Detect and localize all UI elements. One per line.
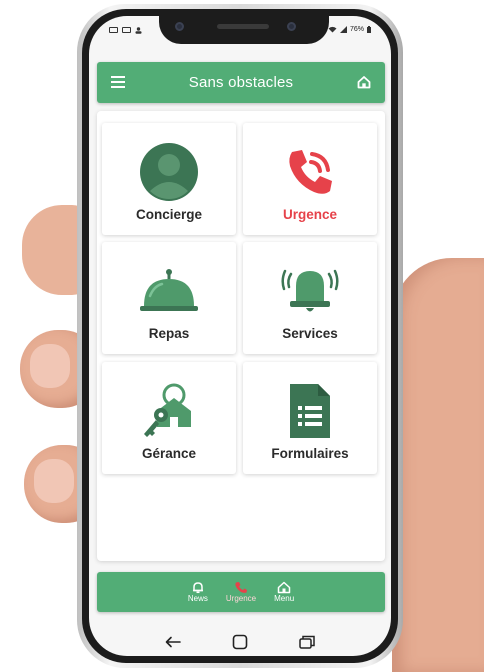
home-icon [277, 581, 291, 594]
hand-palm [392, 258, 484, 672]
dashboard-grid: Concierge Urgence Repas Services Gérance… [97, 111, 385, 561]
tile-urgence[interactable]: Urgence [243, 123, 377, 235]
tile-label: Services [282, 326, 338, 341]
notch [159, 16, 329, 44]
meal-cloche-icon [138, 260, 200, 322]
battery-level: 76% [349, 26, 364, 33]
earpiece [217, 24, 269, 29]
bell-icon [192, 582, 203, 594]
wifi-icon [328, 26, 337, 33]
nav-menu[interactable]: Menu [274, 581, 294, 603]
message-icon [122, 27, 131, 33]
phone-icon [235, 582, 247, 593]
signal-icon [339, 26, 347, 33]
form-document-icon [288, 380, 332, 442]
tile-label: Gérance [141, 446, 197, 461]
mail-icon [109, 27, 118, 33]
status-right: 76% [328, 26, 371, 33]
nav-label: Urgence [225, 594, 257, 603]
concierge-avatar-icon [140, 141, 198, 203]
status-bar: 76% [89, 16, 391, 46]
phone-bezel: 76% Sans obstacles Concierge Urgence Rep… [82, 9, 398, 663]
status-icons [109, 27, 142, 34]
tile-repas[interactable]: Repas [102, 242, 236, 354]
service-bell-icon [281, 260, 339, 322]
nav-label: Menu [274, 594, 295, 603]
home-square-icon[interactable] [232, 634, 248, 650]
app-header: Sans obstacles [97, 62, 385, 103]
tile-services[interactable]: Services [243, 242, 377, 354]
app-title: Sans obstacles [188, 74, 294, 91]
front-camera [175, 22, 184, 31]
tile-label: Concierge [135, 207, 203, 222]
emergency-phone-icon [284, 141, 336, 203]
tile-concierge[interactable]: Concierge [102, 123, 236, 235]
recents-icon[interactable] [299, 635, 316, 649]
phone-frame: 76% Sans obstacles Concierge Urgence Rep… [77, 4, 403, 668]
app-screen: 76% Sans obstacles Concierge Urgence Rep… [89, 16, 391, 656]
tile-label: Urgence [282, 207, 338, 222]
tile-label: Repas [148, 326, 190, 341]
person-icon [135, 27, 142, 34]
front-sensor [287, 22, 296, 31]
nav-label: News [187, 594, 208, 603]
home-icon[interactable] [357, 75, 371, 94]
tile-formulaires[interactable]: Formulaires [243, 362, 377, 474]
battery-icon [367, 26, 371, 33]
system-nav-bar [89, 622, 391, 656]
house-key-icon [139, 380, 199, 442]
nav-news[interactable]: News [188, 581, 208, 603]
nav-urgence[interactable]: Urgence [226, 581, 256, 603]
tile-gerance[interactable]: Gérance [102, 362, 236, 474]
bottom-nav: News Urgence Menu [97, 572, 385, 612]
tile-label: Formulaires [271, 446, 349, 461]
back-arrow-icon[interactable] [165, 636, 181, 648]
hamburger-menu-icon[interactable] [111, 76, 125, 88]
